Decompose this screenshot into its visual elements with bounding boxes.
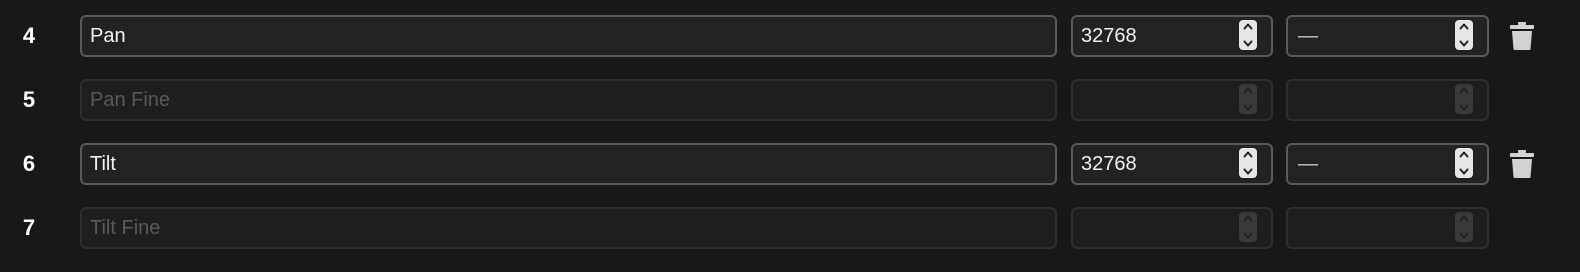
chevron-up-icon[interactable] xyxy=(1459,215,1469,222)
chevron-down-icon[interactable] xyxy=(1243,40,1253,47)
chevron-up-icon[interactable] xyxy=(1243,151,1253,158)
channel-number: 5 xyxy=(22,87,36,112)
trash-icon[interactable] xyxy=(1509,22,1535,50)
chevron-down-icon[interactable] xyxy=(1459,232,1469,239)
chevron-up-icon[interactable] xyxy=(1243,215,1253,222)
channel-value: 32768 xyxy=(1081,153,1137,175)
channel-alt-stepper[interactable]: — xyxy=(1286,15,1489,57)
chevron-down-icon[interactable] xyxy=(1243,168,1253,175)
chevron-down-icon[interactable] xyxy=(1243,104,1253,111)
spinner-buttons[interactable] xyxy=(1455,148,1473,178)
chevron-down-icon[interactable] xyxy=(1459,168,1469,175)
channel-name-field[interactable] xyxy=(80,79,1057,121)
channel-row: 7 xyxy=(0,207,1580,249)
channel-number: 6 xyxy=(22,151,36,176)
channel-alt-stepper[interactable] xyxy=(1286,207,1489,249)
channel-name-input[interactable] xyxy=(82,81,1055,119)
chevron-up-icon[interactable] xyxy=(1459,87,1469,94)
channel-row: 5 xyxy=(0,79,1580,121)
spinner-buttons[interactable] xyxy=(1239,212,1257,242)
spinner-buttons[interactable] xyxy=(1455,212,1473,242)
trash-icon[interactable] xyxy=(1509,150,1535,178)
channel-name-field[interactable] xyxy=(80,143,1057,185)
channel-name-input[interactable] xyxy=(82,209,1055,247)
channel-alt-stepper[interactable] xyxy=(1286,79,1489,121)
spinner-buttons[interactable] xyxy=(1455,84,1473,114)
channel-number: 7 xyxy=(22,215,36,240)
channel-value-stepper[interactable]: 32768 xyxy=(1071,143,1273,185)
channel-value-stepper[interactable] xyxy=(1071,207,1273,249)
channel-list: 4 32768 — 5 xyxy=(0,0,1580,272)
chevron-up-icon[interactable] xyxy=(1459,23,1469,30)
chevron-up-icon[interactable] xyxy=(1243,23,1253,30)
channel-value-stepper[interactable] xyxy=(1071,79,1273,121)
channel-name-field[interactable] xyxy=(80,207,1057,249)
chevron-down-icon[interactable] xyxy=(1459,104,1469,111)
channel-name-field[interactable] xyxy=(80,15,1057,57)
channel-row: 4 32768 — xyxy=(0,15,1580,57)
channel-row: 6 32768 — xyxy=(0,143,1580,185)
spinner-buttons[interactable] xyxy=(1239,20,1257,50)
channel-name-input[interactable] xyxy=(82,145,1055,183)
chevron-up-icon[interactable] xyxy=(1459,151,1469,158)
chevron-down-icon[interactable] xyxy=(1459,40,1469,47)
channel-alt-value: — xyxy=(1298,153,1318,175)
channel-number: 4 xyxy=(22,23,36,48)
spinner-buttons[interactable] xyxy=(1239,84,1257,114)
spinner-buttons[interactable] xyxy=(1455,20,1473,50)
channel-value: 32768 xyxy=(1081,25,1137,47)
channel-alt-stepper[interactable]: — xyxy=(1286,143,1489,185)
spinner-buttons[interactable] xyxy=(1239,148,1257,178)
channel-name-input[interactable] xyxy=(82,17,1055,55)
channel-alt-value: — xyxy=(1298,25,1318,47)
channel-value-stepper[interactable]: 32768 xyxy=(1071,15,1273,57)
chevron-down-icon[interactable] xyxy=(1243,232,1253,239)
chevron-up-icon[interactable] xyxy=(1243,87,1253,94)
